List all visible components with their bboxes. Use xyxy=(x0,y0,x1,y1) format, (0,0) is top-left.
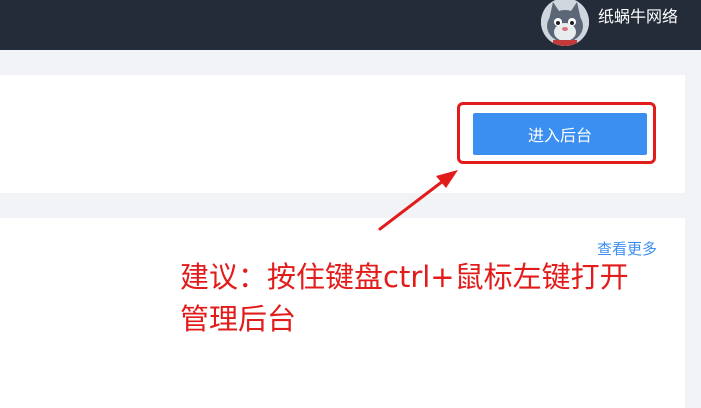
annotation-line-2: 管理后台 xyxy=(180,302,297,336)
arrow-icon xyxy=(378,170,458,231)
annotation-line-1: 建议：按住键盘ctrl+鼠标左键打开 xyxy=(180,260,629,294)
annotation-text: 建议：按住键盘ctrl+鼠标左键打开 管理后台 xyxy=(180,256,690,340)
